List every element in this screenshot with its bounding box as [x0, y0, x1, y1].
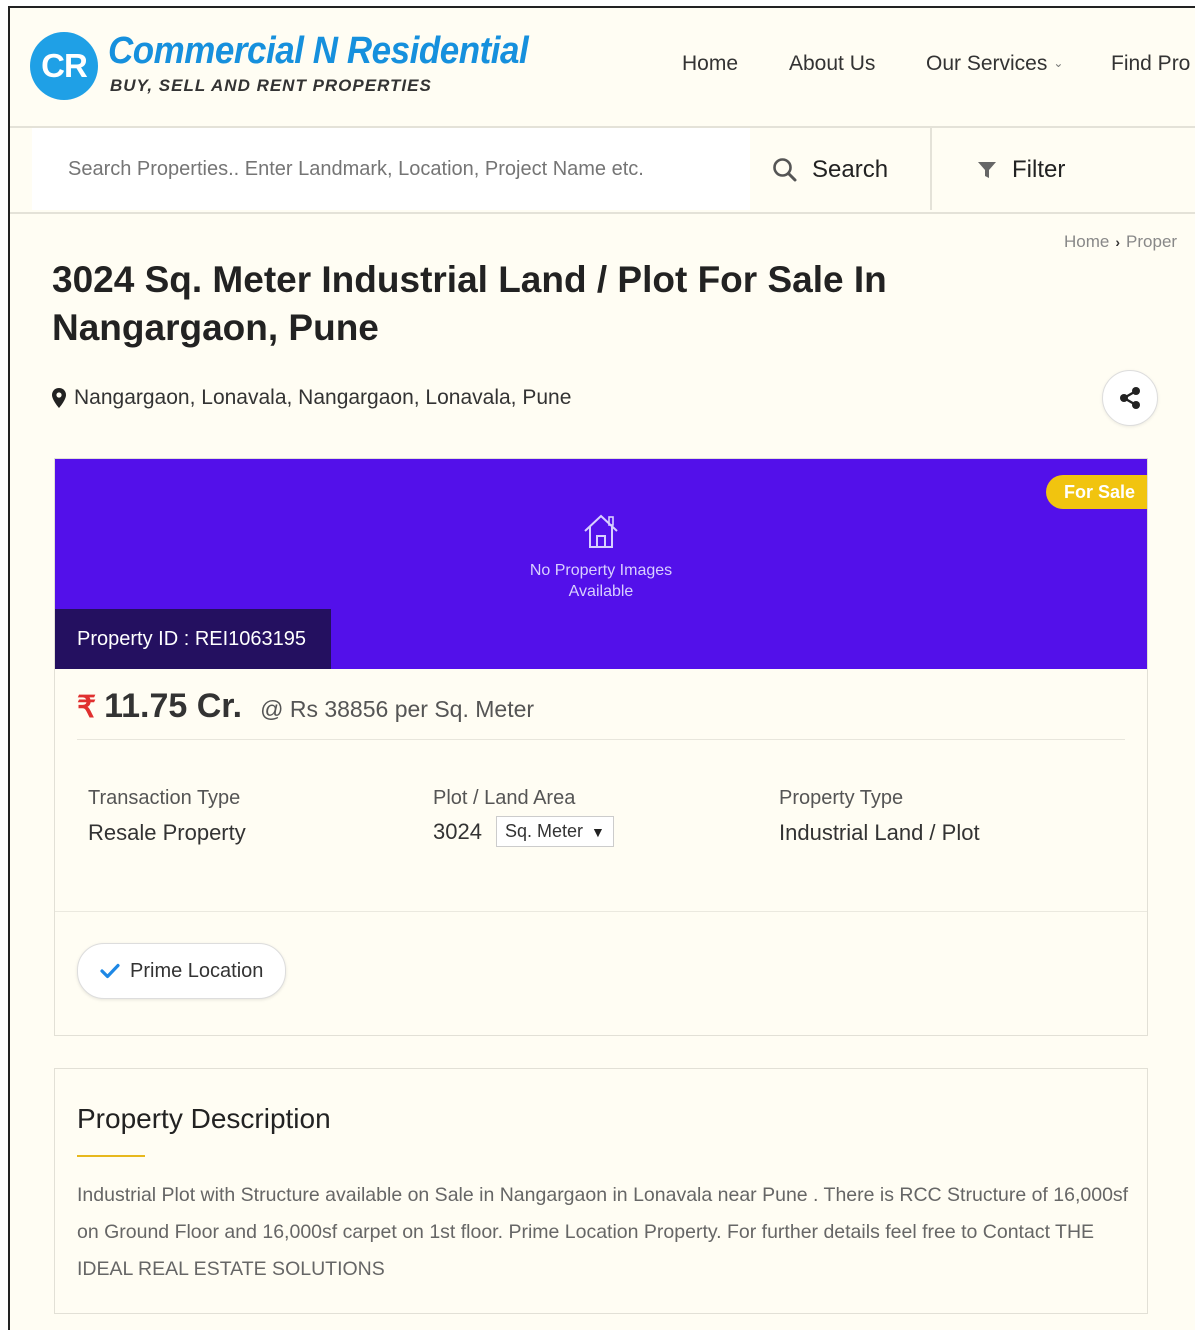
status-badge: For Sale — [1045, 475, 1147, 509]
property-image-placeholder[interactable]: No Property Images Available For Sale Pr… — [55, 459, 1147, 669]
divider — [55, 911, 1147, 912]
fact-value: 3024 — [433, 818, 482, 844]
no-image-text-line1: No Property Images — [529, 562, 673, 579]
fact-label: Plot / Land Area — [433, 787, 576, 809]
breadcrumb-current[interactable]: Proper — [1126, 232, 1177, 251]
property-id: Property ID : REI1063195 — [55, 609, 331, 669]
description-title: Property Description — [77, 1103, 331, 1134]
house-icon — [584, 514, 618, 548]
fact-label: Transaction Type — [88, 787, 241, 809]
search-bar: Search Filter — [10, 128, 1195, 214]
price-row: ₹ 11.75 Cr. @ Rs 38856 per Sq. Meter — [77, 687, 1125, 740]
feature-tag: Prime Location — [77, 943, 287, 999]
main-nav: Home About Us Our Services ⌄ Find Pro — [10, 52, 1195, 82]
dropdown-arrow-icon: ▼ — [590, 823, 605, 840]
fact-plot-area: Plot / Land Area 3024 Sq. Meter ▼ — [433, 787, 614, 847]
description-card: Property Description Industrial Plot wit… — [54, 1068, 1148, 1314]
share-icon — [1120, 387, 1140, 409]
nav-our-services[interactable]: Our Services ⌄ — [926, 52, 1063, 76]
filter-button[interactable]: Filter — [976, 150, 1065, 190]
nav-about-us[interactable]: About Us — [789, 52, 875, 76]
property-card: No Property Images Available For Sale Pr… — [54, 458, 1148, 1036]
search-icon — [773, 158, 797, 182]
breadcrumb-home[interactable]: Home — [1064, 232, 1109, 251]
price-value: 11.75 Cr. — [104, 687, 243, 725]
site-header: CR Commercial N Residential BUY, SELL AN… — [10, 8, 1195, 128]
breadcrumb: Home › Proper — [1064, 232, 1177, 252]
nav-our-services-label: Our Services — [926, 52, 1048, 75]
share-button[interactable] — [1102, 370, 1158, 426]
nav-find-properties[interactable]: Find Pro — [1111, 52, 1190, 76]
no-image-notice: No Property Images Available — [55, 511, 1147, 602]
fact-property-type: Property Type Industrial Land / Plot — [779, 787, 980, 846]
description-text: Industrial Plot with Structure available… — [77, 1184, 1129, 1280]
no-image-text-line2: Available — [568, 583, 634, 600]
fact-transaction-type: Transaction Type Resale Property — [88, 787, 246, 846]
filter-icon — [978, 162, 996, 178]
search-button-label: Search — [812, 156, 889, 183]
page-title: 3024 Sq. Meter Industrial Land / Plot Fo… — [52, 259, 887, 348]
checkmark-icon — [100, 963, 120, 979]
area-unit-select[interactable]: Sq. Meter ▼ — [495, 816, 614, 847]
rupee-icon: ₹ — [77, 691, 97, 724]
fact-label: Property Type — [779, 787, 904, 809]
location-text: Nangargaon, Lonavala, Nangargaon, Lonava… — [74, 386, 572, 409]
fact-value-row: 3024 Sq. Meter ▼ — [433, 816, 614, 847]
fact-value: Resale Property — [88, 820, 246, 845]
property-location: Nangargaon, Lonavala, Nangargaon, Lonava… — [52, 386, 571, 410]
map-pin-icon — [52, 388, 66, 408]
chevron-right-icon: › — [1115, 234, 1121, 250]
feature-label: Prime Location — [130, 959, 264, 982]
page-frame: CR Commercial N Residential BUY, SELL AN… — [8, 6, 1195, 1330]
search-input[interactable] — [32, 128, 750, 210]
search-button[interactable]: Search — [772, 150, 888, 190]
chevron-down-icon: ⌄ — [1053, 56, 1064, 70]
area-unit-selected: Sq. Meter — [504, 821, 583, 841]
price-per-unit: @ Rs 38856 per Sq. Meter — [260, 696, 535, 722]
title-underline — [77, 1155, 145, 1157]
filter-button-label: Filter — [1012, 156, 1066, 183]
nav-home[interactable]: Home — [682, 52, 738, 76]
fact-value: Industrial Land / Plot — [779, 820, 980, 845]
search-divider — [930, 128, 932, 210]
